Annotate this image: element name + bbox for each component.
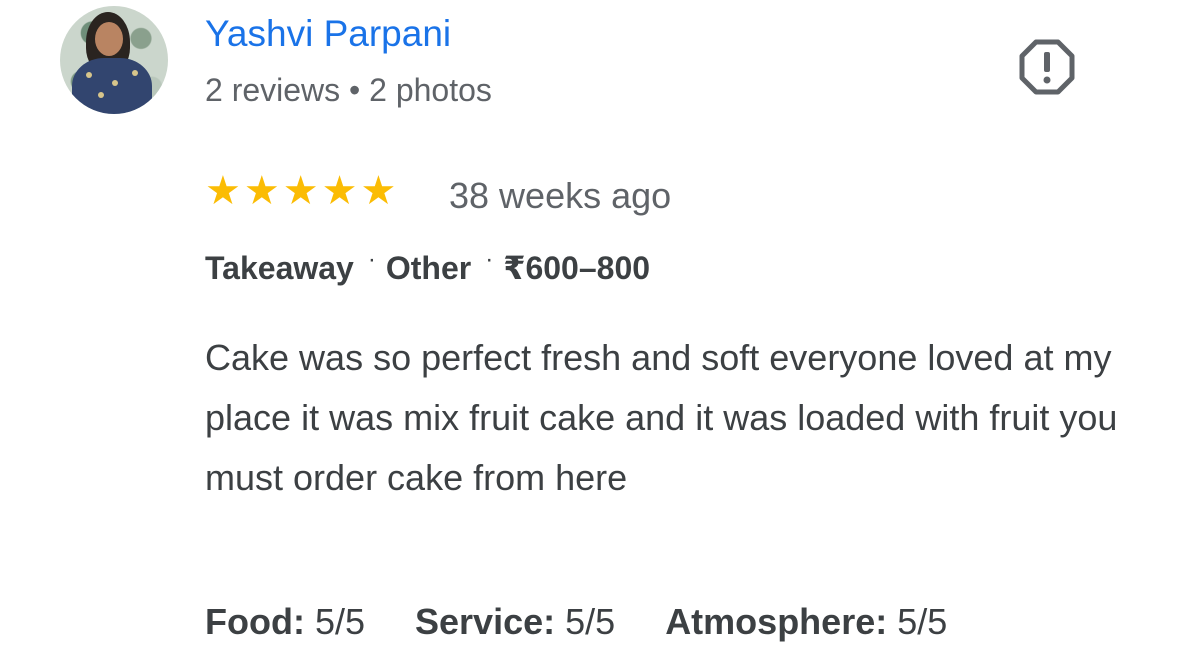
star-icon: ★	[243, 168, 280, 214]
sub-rating-label: Food:	[205, 601, 305, 642]
sub-rating-label: Atmosphere:	[665, 601, 888, 642]
attribute-meal-type: Other	[385, 250, 472, 286]
review-time: 38 weeks ago	[449, 175, 672, 216]
sub-ratings: Food: 5/5 Service: 5/5 Atmosphere: 5/5	[205, 598, 947, 646]
star-icon: ★	[360, 168, 397, 214]
sub-rating-value: 5/5	[314, 601, 366, 642]
attribute-separator: ·	[367, 246, 376, 273]
reviewer-stats: 2 reviews • 2 photos	[205, 70, 492, 110]
review-text: Cake was so perfect fresh and soft every…	[205, 337, 1118, 498]
star-icon: ★	[282, 168, 319, 214]
sub-rating-value: 5/5	[897, 601, 948, 642]
reviewer-avatar[interactable]	[60, 6, 168, 114]
star-icon: ★	[205, 168, 241, 214]
sub-rating-value: 5/5	[565, 601, 616, 642]
photo-count: 2 photos	[369, 72, 492, 108]
attribute-separator: ·	[485, 246, 494, 273]
stats-separator: •	[349, 72, 361, 108]
sub-rating-atmosphere: Atmosphere: 5/5	[665, 598, 947, 646]
star-icon: ★	[321, 168, 358, 214]
sub-rating-service: Service: 5/5	[415, 598, 615, 646]
reviewer-name[interactable]: Yashvi Parpani	[205, 12, 451, 56]
attribute-service-type: Takeaway	[205, 250, 354, 286]
report-icon[interactable]	[1018, 38, 1076, 96]
attribute-price: ₹600–800	[503, 250, 651, 286]
sub-rating-label: Service:	[415, 601, 556, 642]
star-rating: ★ ★ ★ ★ ★	[205, 170, 396, 212]
review-count: 2 reviews	[205, 72, 341, 108]
review-attributes: Takeaway · Other · ₹600–800	[205, 246, 651, 292]
sub-rating-food: Food: 5/5	[205, 598, 365, 646]
